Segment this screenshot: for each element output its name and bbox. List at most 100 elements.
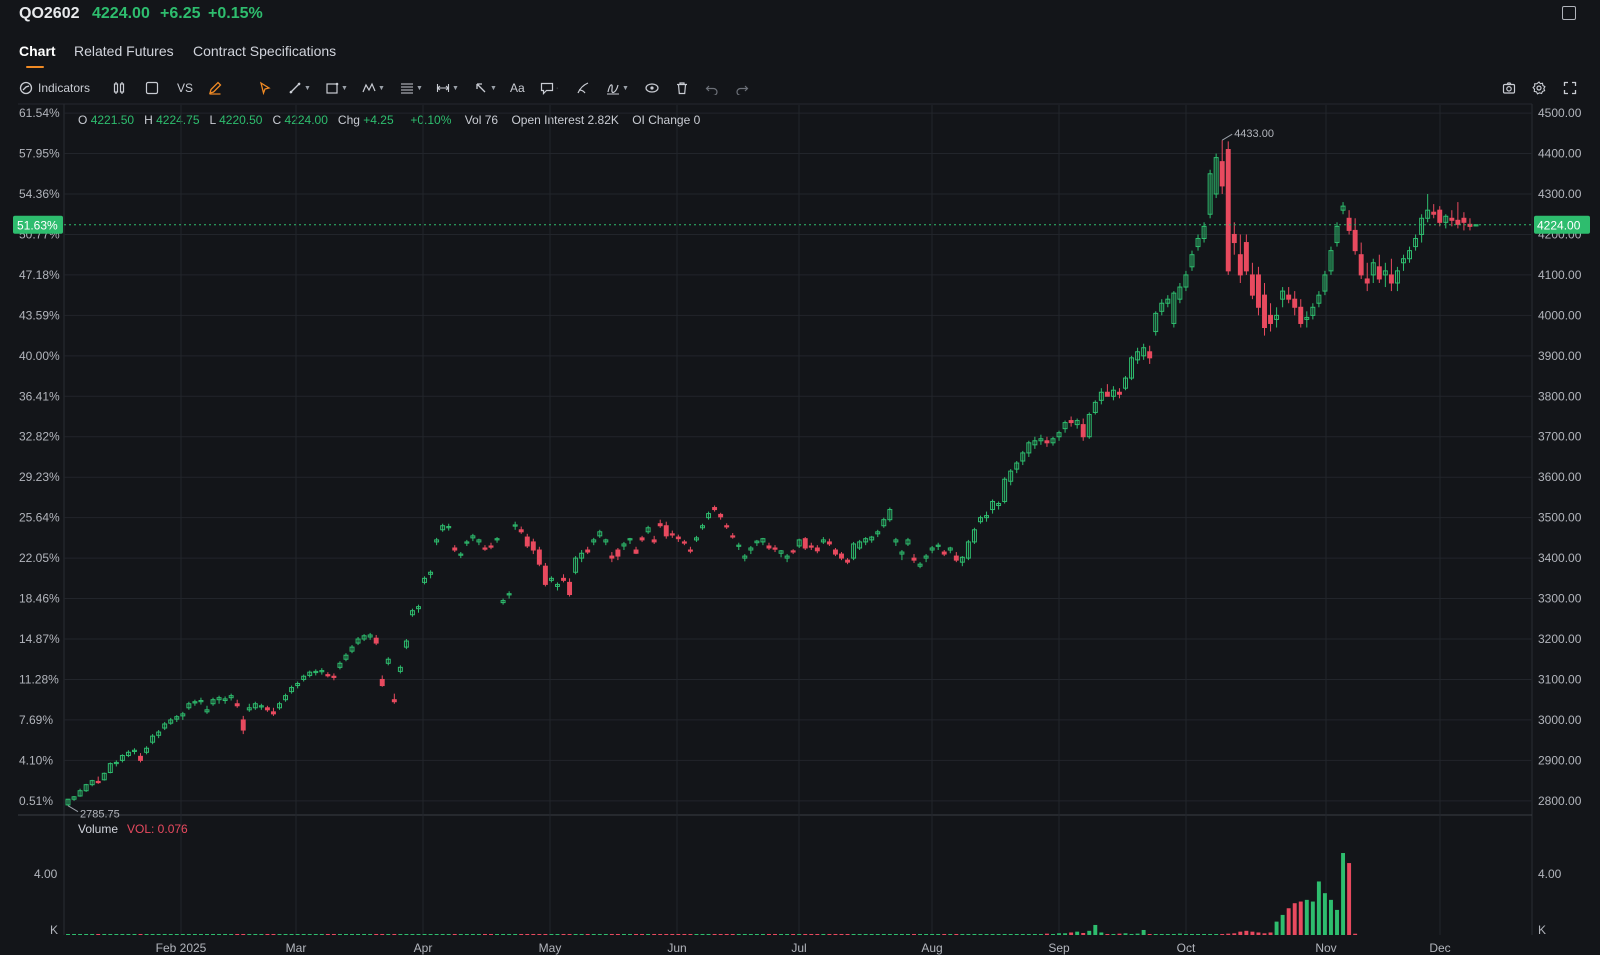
candle-body [790, 550, 796, 553]
pattern-dropdown-icon[interactable]: ▼ [378, 85, 385, 92]
signature-tool[interactable]: ▼ [606, 78, 629, 98]
comment-dropdown-icon[interactable]: · [556, 85, 558, 92]
candle [990, 499, 996, 514]
fib-icon [401, 83, 413, 94]
text-tool[interactable]: Aa [510, 78, 525, 98]
candle-body [579, 552, 585, 559]
arrow-tool[interactable]: ▼ [474, 78, 497, 98]
candle-body [1243, 242, 1249, 272]
candle [1262, 283, 1267, 336]
candle-body [808, 545, 814, 548]
candle-body [397, 666, 403, 672]
volume-bar [652, 934, 657, 935]
compare-button[interactable]: VS [177, 78, 193, 98]
brush-tool[interactable] [576, 78, 590, 98]
fullscreen-button[interactable] [1563, 78, 1577, 98]
close-value: 4224.00 [284, 113, 328, 127]
candle [464, 539, 470, 546]
candle [1201, 222, 1207, 243]
candle-body [283, 695, 289, 701]
measure-dropdown-icon[interactable]: ▼ [452, 85, 459, 92]
measure-tool[interactable]: ▼ [436, 78, 459, 98]
candle-body [1014, 462, 1020, 470]
candle-body [1153, 312, 1159, 333]
candle-body [718, 513, 724, 518]
candle [518, 526, 524, 534]
comment-tool[interactable]: · [540, 78, 558, 98]
candle [675, 534, 681, 542]
candle [681, 539, 687, 546]
chart-settings-button[interactable] [1532, 78, 1546, 98]
volume-bar [990, 934, 995, 935]
volume-bar [664, 934, 669, 935]
delete-drawings-button[interactable] [675, 78, 689, 98]
signature-dropdown-icon[interactable]: ▼ [622, 85, 629, 92]
candle [1310, 303, 1316, 320]
candle-body [1171, 292, 1177, 324]
candle-body [1255, 274, 1261, 308]
volume-bar [694, 934, 699, 935]
exit-panel-icon[interactable] [1562, 6, 1576, 20]
volume-bar [66, 934, 70, 935]
candle [1123, 376, 1128, 391]
candle [1292, 291, 1298, 316]
volume-bar [706, 934, 711, 935]
trendline-tool[interactable]: ▼ [288, 78, 311, 98]
price-chart[interactable]: 4500.0061.54%4400.0057.95%4300.0054.36%4… [0, 0, 1600, 955]
candle [391, 693, 397, 704]
candle-body [875, 531, 881, 535]
volume-bar [730, 934, 735, 935]
candle-body [113, 761, 119, 765]
visibility-toggle[interactable] [645, 78, 659, 98]
tab-chart[interactable]: Chart [19, 43, 56, 59]
price-tick-label: 3800.00 [1538, 389, 1582, 403]
volume-bar [368, 934, 373, 935]
volume-bar [126, 934, 131, 935]
shape-dropdown-icon[interactable]: ▼ [341, 85, 348, 92]
candle [881, 517, 887, 528]
draw-toggle-button[interactable] [208, 78, 222, 98]
volume-bar [561, 934, 566, 935]
candle [506, 591, 512, 599]
candle [591, 537, 597, 546]
candle-body [802, 538, 808, 549]
candle-body [144, 747, 150, 753]
candle [1437, 206, 1443, 227]
candle-body [1370, 262, 1376, 276]
tab-related-futures[interactable]: Related Futures [74, 43, 174, 59]
volume-bar [331, 934, 336, 935]
candle-type-button[interactable] [112, 78, 126, 98]
candle-body [1394, 270, 1400, 284]
volume-bar [283, 934, 288, 935]
candle [1382, 262, 1388, 288]
volume-bar [803, 934, 808, 935]
candle [107, 762, 113, 774]
pattern-tool[interactable]: ▼ [362, 78, 385, 98]
candle-body [1346, 217, 1352, 231]
volume-bar [1093, 924, 1098, 935]
arrow-dropdown-icon[interactable]: ▼ [490, 85, 497, 92]
candle-body [1117, 391, 1122, 395]
candle-body [95, 780, 101, 784]
layout-button[interactable] [145, 78, 159, 98]
screenshot-button[interactable] [1502, 78, 1516, 98]
candle [1080, 418, 1086, 441]
candle [808, 542, 814, 551]
fib-tool[interactable]: ▼ [400, 78, 423, 98]
cursor-tool[interactable] [258, 78, 272, 98]
volume-bar [1129, 933, 1134, 935]
trendline-dropdown-icon[interactable]: ▼ [304, 85, 311, 92]
undo-button[interactable] [705, 78, 719, 98]
redo-button[interactable] [735, 78, 749, 98]
candle [1110, 386, 1116, 401]
candle [222, 696, 228, 704]
volume-bar [1292, 903, 1297, 935]
candle-body [953, 555, 959, 561]
fib-dropdown-icon[interactable]: ▼ [416, 85, 423, 92]
indicators-button[interactable]: Indicators [19, 78, 90, 98]
time-tick-label: May [539, 941, 562, 955]
tab-contract-specifications[interactable]: Contract Specifications [193, 43, 336, 59]
candle-body [138, 755, 143, 761]
candle [1153, 311, 1159, 336]
shape-tool[interactable]: ▼ [325, 78, 348, 98]
